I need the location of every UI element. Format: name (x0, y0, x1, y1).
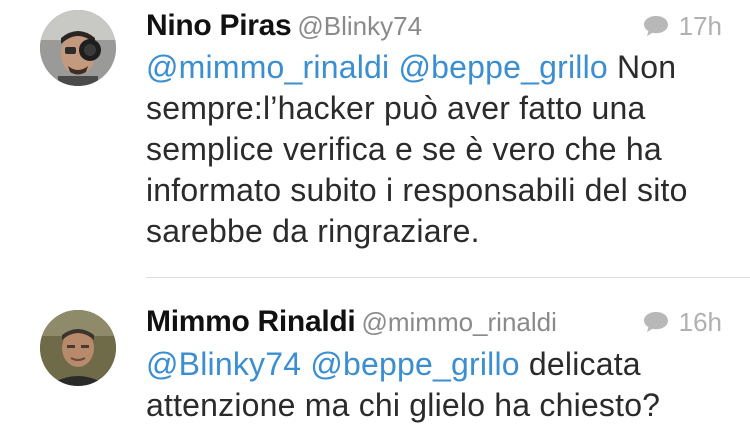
avatar[interactable] (40, 310, 116, 386)
author-name[interactable]: Mimmo Rinaldi (146, 305, 356, 338)
mention-link[interactable]: @beppe_grillo (310, 346, 519, 382)
speech-bubble-icon (643, 311, 669, 333)
mention-link[interactable]: @Blinky74 (146, 346, 301, 382)
avatar[interactable] (40, 10, 116, 86)
tweet[interactable]: Nino Piras @Blinky74 17h @mimmo_rinaldi @… (0, 0, 750, 277)
timestamp: 17h (678, 11, 722, 41)
tweet-text: @mimmo_rinaldi @beppe_grillo Non sempre:… (146, 47, 730, 252)
timestamp: 16h (678, 307, 722, 337)
author-handle[interactable]: @mimmo_rinaldi (361, 307, 556, 337)
mention-link[interactable]: @beppe_grillo (398, 49, 607, 85)
tweet-header: Mimmo Rinaldi @mimmo_rinaldi 16h (146, 300, 722, 344)
tweet-feed: Nino Piras @Blinky74 17h @mimmo_rinaldi @… (0, 0, 750, 434)
avatar-photo (40, 310, 116, 386)
author-name[interactable]: Nino Piras (146, 9, 292, 42)
tweet-meta: 16h (643, 300, 722, 344)
tweet-text: @Blinky74 @beppe_grillo delicata attenzi… (146, 344, 730, 426)
mention-link[interactable]: @mimmo_rinaldi (146, 49, 389, 85)
tweet[interactable]: Mimmo Rinaldi @mimmo_rinaldi 16h @Blinky7… (0, 278, 750, 434)
avatar-photo (40, 10, 116, 86)
tweet-header: Nino Piras @Blinky74 17h (146, 4, 722, 48)
tweet-meta: 17h (643, 4, 722, 48)
author-handle[interactable]: @Blinky74 (297, 11, 422, 41)
speech-bubble-icon (643, 15, 669, 37)
